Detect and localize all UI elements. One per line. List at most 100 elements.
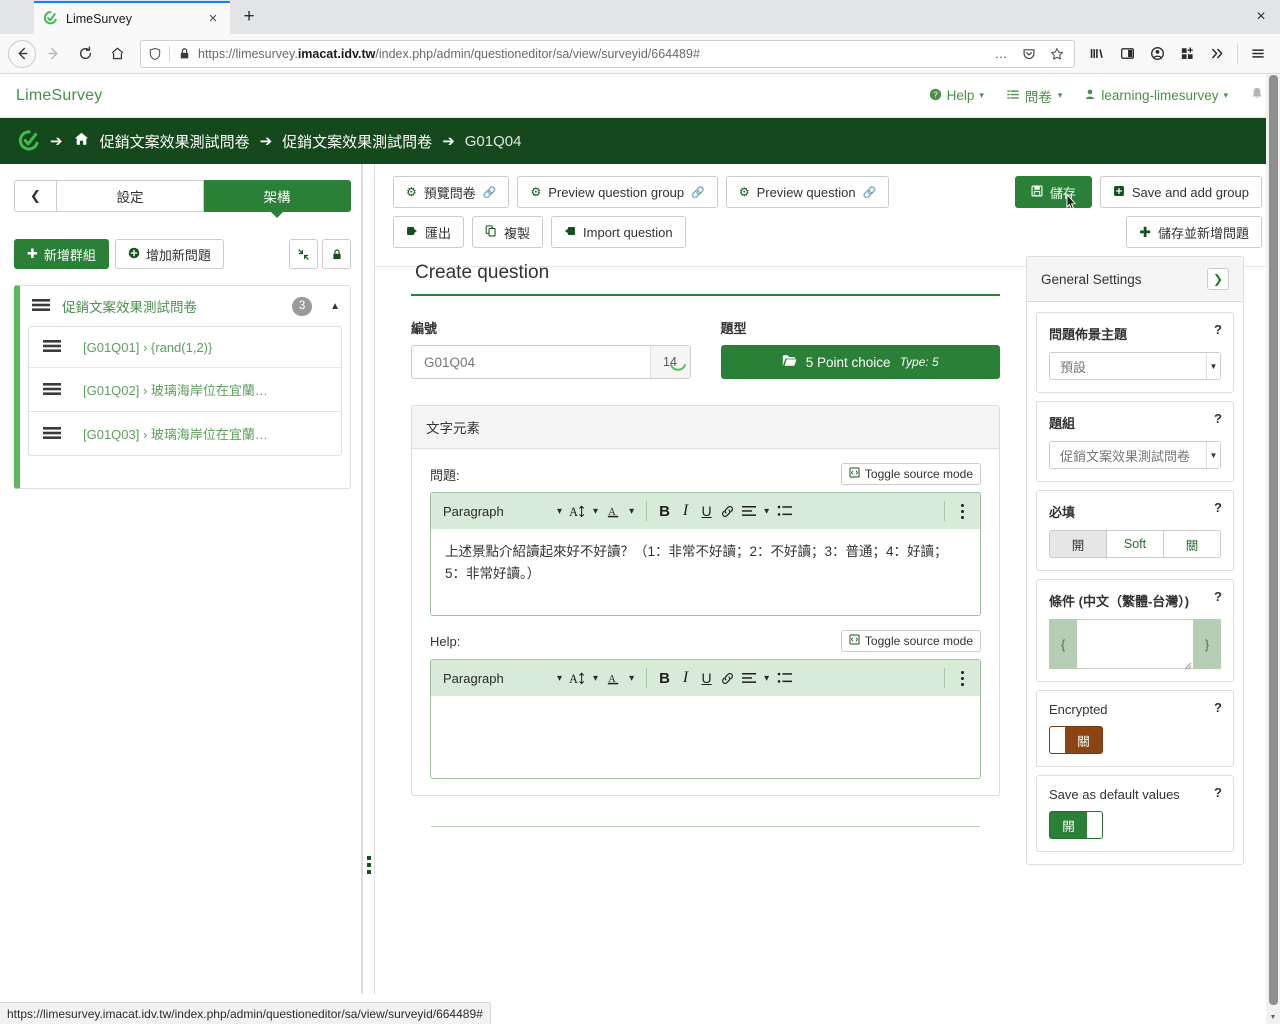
nav-help[interactable]: ? Help ▾: [929, 88, 984, 104]
sidebar-tab-settings[interactable]: 設定: [57, 180, 204, 212]
breadcrumb-item-group[interactable]: 促銷文案效果測試問卷: [282, 131, 432, 152]
align-chevron-down-icon[interactable]: ▾: [760, 506, 773, 517]
collapse-arrows-icon[interactable]: [289, 239, 318, 269]
preview-survey-button[interactable]: ⚙ 預覽問卷 🔗: [393, 176, 510, 208]
help-text-area[interactable]: [431, 696, 980, 778]
back-icon[interactable]: [8, 39, 36, 68]
text-color-icon[interactable]: A: [604, 664, 623, 692]
text-color-chevron-down-icon[interactable]: ▾: [625, 506, 638, 517]
encrypted-toggle[interactable]: 關: [1049, 726, 1103, 754]
font-size-chevron-down-icon[interactable]: ▾: [589, 673, 602, 684]
window-close-button[interactable]: ×: [1250, 6, 1272, 28]
menu-icon[interactable]: [1244, 40, 1272, 68]
sidebar-tab-structure[interactable]: 架構: [204, 180, 351, 218]
text-color-chevron-down-icon[interactable]: ▾: [625, 673, 638, 684]
align-icon[interactable]: [739, 497, 758, 525]
save-and-add-group-button[interactable]: Save and add group: [1099, 176, 1262, 208]
chevron-up-icon[interactable]: ▲: [330, 301, 340, 312]
page-actions-icon[interactable]: …: [990, 43, 1012, 65]
lock-icon[interactable]: [176, 47, 192, 60]
list-item[interactable]: [G01Q02] › 玻璃海岸位在宜蘭…: [29, 368, 341, 412]
overflow-icon[interactable]: [1203, 40, 1231, 68]
splitter-drag-handle[interactable]: [366, 854, 372, 884]
drag-handle-icon[interactable]: [43, 339, 61, 355]
bold-button[interactable]: B: [655, 497, 674, 525]
help-marker-icon[interactable]: ?: [1214, 700, 1222, 715]
close-icon[interactable]: ×: [204, 10, 222, 28]
underline-button[interactable]: U: [697, 497, 716, 525]
drag-handle-icon[interactable]: [32, 298, 50, 314]
help-marker-icon[interactable]: ?: [1214, 411, 1222, 426]
scroll-down-arrow-icon[interactable]: ▼: [1266, 1010, 1280, 1024]
font-size-chevron-down-icon[interactable]: ▾: [589, 506, 602, 517]
link-icon[interactable]: [718, 497, 737, 525]
list-item[interactable]: [G01Q03] › 玻璃海岸位在宜蘭…: [29, 412, 341, 455]
help-marker-icon[interactable]: ?: [1214, 785, 1222, 800]
notification-bell-icon[interactable]: [1250, 86, 1264, 105]
chevron-left-icon[interactable]: ❮: [14, 180, 57, 212]
account-icon[interactable]: [1143, 40, 1171, 68]
question-toggle-source-button[interactable]: Toggle source mode: [840, 463, 981, 485]
chevron-down-icon[interactable]: ▾: [553, 673, 566, 684]
underline-button[interactable]: U: [697, 664, 716, 692]
browser-tab[interactable]: LimeSurvey ×: [34, 1, 230, 34]
help-toggle-source-button[interactable]: Toggle source mode: [840, 630, 981, 652]
library-icon[interactable]: [1083, 40, 1111, 68]
pocket-icon[interactable]: [1018, 43, 1040, 65]
align-icon[interactable]: [739, 664, 758, 692]
add-question-button[interactable]: 增加新問題: [114, 239, 224, 269]
url-text[interactable]: https://limesurvey.imacat.idv.tw/index.p…: [198, 47, 984, 61]
chevron-down-icon[interactable]: ▾: [553, 506, 566, 517]
sidebar-icon[interactable]: [1113, 40, 1141, 68]
bullet-list-icon[interactable]: [775, 497, 794, 525]
question-text-area[interactable]: 上述景點介紹讀起來好不好讀？（1：非常不好讀；2：不好讀；3：普通；4：好讀；5…: [431, 529, 980, 615]
limesurvey-logo-icon[interactable]: [18, 130, 40, 152]
save-default-values-toggle[interactable]: 開: [1049, 811, 1103, 839]
list-item[interactable]: [G01Q01] › {rand(1,2)}: [29, 327, 341, 368]
home-icon[interactable]: [73, 131, 90, 151]
more-vertical-icon[interactable]: [953, 664, 972, 692]
reload-icon[interactable]: [70, 39, 100, 69]
lock-icon[interactable]: [322, 239, 351, 269]
nav-user[interactable]: learning-limesurvey ▾: [1084, 88, 1228, 104]
question-type-selector[interactable]: 5 Point choice Type: 5: [720, 345, 1000, 379]
text-color-icon[interactable]: A: [604, 497, 623, 525]
bold-button[interactable]: B: [655, 664, 674, 692]
panel-splitter[interactable]: [362, 164, 375, 994]
help-marker-icon[interactable]: ?: [1214, 589, 1222, 604]
page-scrollbar-thumb[interactable]: [1269, 75, 1278, 1005]
new-tab-button[interactable]: +: [234, 2, 264, 32]
forward-icon[interactable]: [38, 39, 68, 69]
question-group-header[interactable]: 促銷文案效果測試問卷 3 ▲: [20, 286, 350, 326]
more-vertical-icon[interactable]: [953, 497, 972, 525]
mandatory-option-soft[interactable]: Soft: [1106, 530, 1163, 558]
url-bar[interactable]: https://limesurvey.imacat.idv.tw/index.p…: [140, 39, 1075, 68]
font-size-icon[interactable]: A: [568, 497, 587, 525]
resize-handle-icon[interactable]: [1183, 658, 1192, 670]
help-paragraph-format-select[interactable]: Paragraph: [439, 671, 551, 686]
paragraph-format-select[interactable]: Paragraph: [439, 504, 551, 519]
bullet-list-icon[interactable]: [775, 664, 794, 692]
save-button[interactable]: 儲存: [1014, 176, 1092, 210]
help-marker-icon[interactable]: ?: [1214, 500, 1222, 515]
app-brand[interactable]: LimeSurvey: [16, 87, 102, 105]
nav-surveys-chevron-down-icon[interactable]: ▾: [1058, 90, 1063, 101]
question-group-select[interactable]: 促銷文案效果測試問卷 ▼: [1049, 441, 1221, 469]
extensions-icon[interactable]: [1173, 40, 1201, 68]
font-size-icon[interactable]: A: [568, 664, 587, 692]
question-theme-select[interactable]: 預設 ▼: [1049, 352, 1221, 380]
preview-question-group-button[interactable]: ⚙ Preview question group 🔗: [517, 176, 718, 208]
link-icon[interactable]: [718, 664, 737, 692]
mandatory-option-on[interactable]: 開: [1049, 530, 1106, 558]
align-chevron-down-icon[interactable]: ▾: [760, 673, 773, 684]
drag-handle-icon[interactable]: [43, 382, 61, 398]
shield-icon[interactable]: [147, 47, 163, 61]
chevron-right-icon[interactable]: ❯: [1207, 268, 1229, 290]
mandatory-option-off[interactable]: 關: [1163, 530, 1221, 558]
nav-surveys[interactable]: 問卷: [1006, 86, 1052, 106]
drag-handle-icon[interactable]: [43, 426, 61, 442]
bookmark-star-icon[interactable]: [1046, 43, 1068, 65]
italic-button[interactable]: I: [676, 497, 695, 525]
help-marker-icon[interactable]: ?: [1214, 322, 1222, 337]
italic-button[interactable]: I: [676, 664, 695, 692]
